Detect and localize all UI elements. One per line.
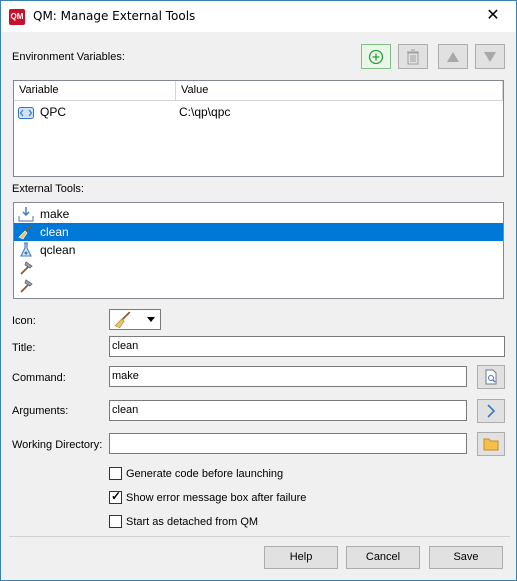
cancel-button[interactable]: Cancel bbox=[346, 546, 420, 569]
broom-icon bbox=[18, 224, 33, 240]
plus-circle-icon bbox=[368, 49, 384, 64]
add-env-button[interactable] bbox=[361, 44, 391, 69]
close-button[interactable]: ✕ bbox=[470, 1, 516, 31]
working-directory-label: Working Directory: bbox=[12, 439, 103, 451]
browse-command-button[interactable] bbox=[477, 365, 505, 389]
title-label: Title: bbox=[12, 342, 36, 354]
env-vars-table[interactable]: Variable Value QPC C:\qp\qpc bbox=[13, 80, 504, 177]
save-button[interactable]: Save bbox=[429, 546, 503, 569]
triangle-up-icon bbox=[447, 51, 459, 62]
hammer-download-icon bbox=[18, 207, 34, 222]
list-item[interactable] bbox=[14, 259, 503, 277]
title-bar: QM QM: Manage External Tools ✕ bbox=[1, 1, 516, 32]
generate-code-label: Generate code before launching bbox=[126, 468, 284, 480]
env-vars-label: Environment Variables: bbox=[12, 51, 125, 63]
list-item-label: qclean bbox=[40, 243, 76, 257]
table-row[interactable]: QPC C:\qp\qpc bbox=[14, 103, 503, 121]
qm-app-icon: QM bbox=[9, 9, 25, 25]
delete-env-button[interactable] bbox=[398, 44, 428, 69]
folder-icon bbox=[483, 438, 499, 451]
separator bbox=[9, 536, 510, 537]
icon-dropdown[interactable] bbox=[109, 309, 161, 330]
title-input[interactable]: clean bbox=[109, 336, 505, 357]
move-up-button[interactable] bbox=[438, 44, 468, 69]
hammer-icon bbox=[20, 279, 33, 293]
move-down-button[interactable] bbox=[475, 44, 505, 69]
list-item[interactable]: make bbox=[14, 205, 503, 223]
flask-icon bbox=[20, 242, 32, 257]
column-header-variable[interactable]: Variable bbox=[14, 81, 176, 101]
generate-code-checkbox[interactable] bbox=[109, 467, 122, 480]
external-tools-label: External Tools: bbox=[12, 183, 84, 195]
column-header-value[interactable]: Value bbox=[176, 81, 503, 101]
list-item[interactable]: qclean bbox=[14, 241, 503, 259]
command-input[interactable]: make bbox=[109, 366, 467, 387]
browse-directory-button[interactable] bbox=[477, 432, 505, 456]
show-error-label: Show error message box after failure bbox=[126, 492, 307, 504]
external-tools-list[interactable]: make clean qclean bbox=[13, 202, 504, 299]
icon-label: Icon: bbox=[12, 315, 36, 327]
value-cell: C:\qp\qpc bbox=[179, 105, 231, 119]
command-label: Command: bbox=[12, 372, 66, 384]
chevron-right-icon bbox=[487, 404, 496, 418]
help-button[interactable]: Help bbox=[264, 546, 338, 569]
list-item-label: make bbox=[40, 207, 70, 221]
window-title: QM: Manage External Tools bbox=[33, 9, 196, 23]
chevron-down-icon bbox=[147, 317, 155, 322]
broom-icon bbox=[114, 311, 131, 329]
working-directory-input[interactable] bbox=[109, 433, 467, 454]
start-detached-checkbox[interactable] bbox=[109, 515, 122, 528]
document-search-icon bbox=[485, 369, 497, 385]
triangle-down-icon bbox=[484, 51, 496, 62]
start-detached-label: Start as detached from QM bbox=[126, 516, 259, 528]
list-item[interactable] bbox=[14, 277, 503, 295]
list-item[interactable]: clean bbox=[14, 223, 503, 241]
hammer-icon bbox=[20, 261, 33, 275]
list-item-label: clean bbox=[40, 225, 69, 239]
arguments-menu-button[interactable] bbox=[477, 399, 505, 423]
show-error-checkbox[interactable] bbox=[109, 489, 122, 504]
trash-icon bbox=[407, 49, 419, 64]
variable-cell: QPC bbox=[40, 105, 67, 119]
arguments-label: Arguments: bbox=[12, 405, 69, 417]
arguments-input[interactable]: clean bbox=[109, 400, 467, 421]
variable-icon bbox=[18, 107, 34, 119]
manage-external-tools-dialog: QM QM: Manage External Tools ✕ Environme… bbox=[0, 0, 517, 581]
